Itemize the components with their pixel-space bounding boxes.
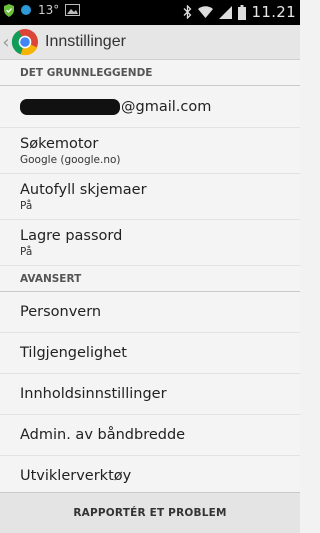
- action-bar: ‹ Innstillinger: [0, 25, 300, 60]
- battery-icon: [237, 4, 246, 20]
- bluetooth-icon: [183, 5, 191, 19]
- developer-tools-row[interactable]: Utviklerverktøy: [0, 456, 300, 492]
- account-email: @gmail.com: [121, 98, 212, 115]
- wifi-icon: [197, 6, 213, 18]
- chrome-logo[interactable]: [11, 28, 39, 56]
- search-engine-row[interactable]: Søkemotor Google (google.no): [0, 128, 300, 174]
- report-problem-bar[interactable]: RAPPORTÉR ET PROBLEM: [0, 492, 300, 533]
- developer-tools-title: Utviklerverktøy: [20, 468, 132, 484]
- save-passwords-title: Lagre passord: [20, 227, 123, 244]
- accessibility-row[interactable]: Tilgjengelighet: [0, 333, 300, 374]
- page-title: Innstillinger: [45, 33, 126, 50]
- image-icon: [65, 4, 81, 16]
- signal-icon: [218, 5, 232, 19]
- section-header-basics: DET GRUNNLEGGENDE: [0, 60, 300, 86]
- settings-list: DET GRUNNLEGGENDE @gmail.com Søkemotor G…: [0, 60, 300, 492]
- redacted-email-prefix: [20, 98, 120, 115]
- shield-icon: [4, 3, 14, 17]
- content-settings-row[interactable]: Innholdsinnstillinger: [0, 374, 300, 415]
- clock-text: 11.21: [251, 3, 296, 21]
- autofill-value: På: [20, 199, 33, 212]
- back-caret-icon[interactable]: ‹: [1, 25, 11, 60]
- bandwidth-title: Admin. av båndbredde: [20, 427, 186, 443]
- status-bar: 13° 11.21: [0, 0, 300, 25]
- privacy-title: Personvern: [20, 304, 102, 320]
- weather-icon: [21, 5, 31, 15]
- accessibility-title: Tilgjengelighet: [20, 345, 127, 361]
- autofill-row[interactable]: Autofyll skjemaer På: [0, 174, 300, 220]
- search-engine-title: Søkemotor: [20, 135, 99, 152]
- save-passwords-row[interactable]: Lagre passord På: [0, 220, 300, 266]
- search-engine-value: Google (google.no): [20, 153, 121, 166]
- section-header-advanced: AVANSERT: [0, 266, 300, 292]
- temperature-text: 13°: [38, 3, 60, 17]
- report-problem-button[interactable]: RAPPORTÉR ET PROBLEM: [73, 507, 226, 519]
- save-passwords-value: På: [20, 245, 33, 258]
- content-settings-title: Innholdsinnstillinger: [20, 386, 167, 402]
- bandwidth-row[interactable]: Admin. av båndbredde: [0, 415, 300, 456]
- privacy-row[interactable]: Personvern: [0, 292, 300, 333]
- autofill-title: Autofyll skjemaer: [20, 181, 147, 198]
- account-row[interactable]: @gmail.com: [0, 86, 300, 128]
